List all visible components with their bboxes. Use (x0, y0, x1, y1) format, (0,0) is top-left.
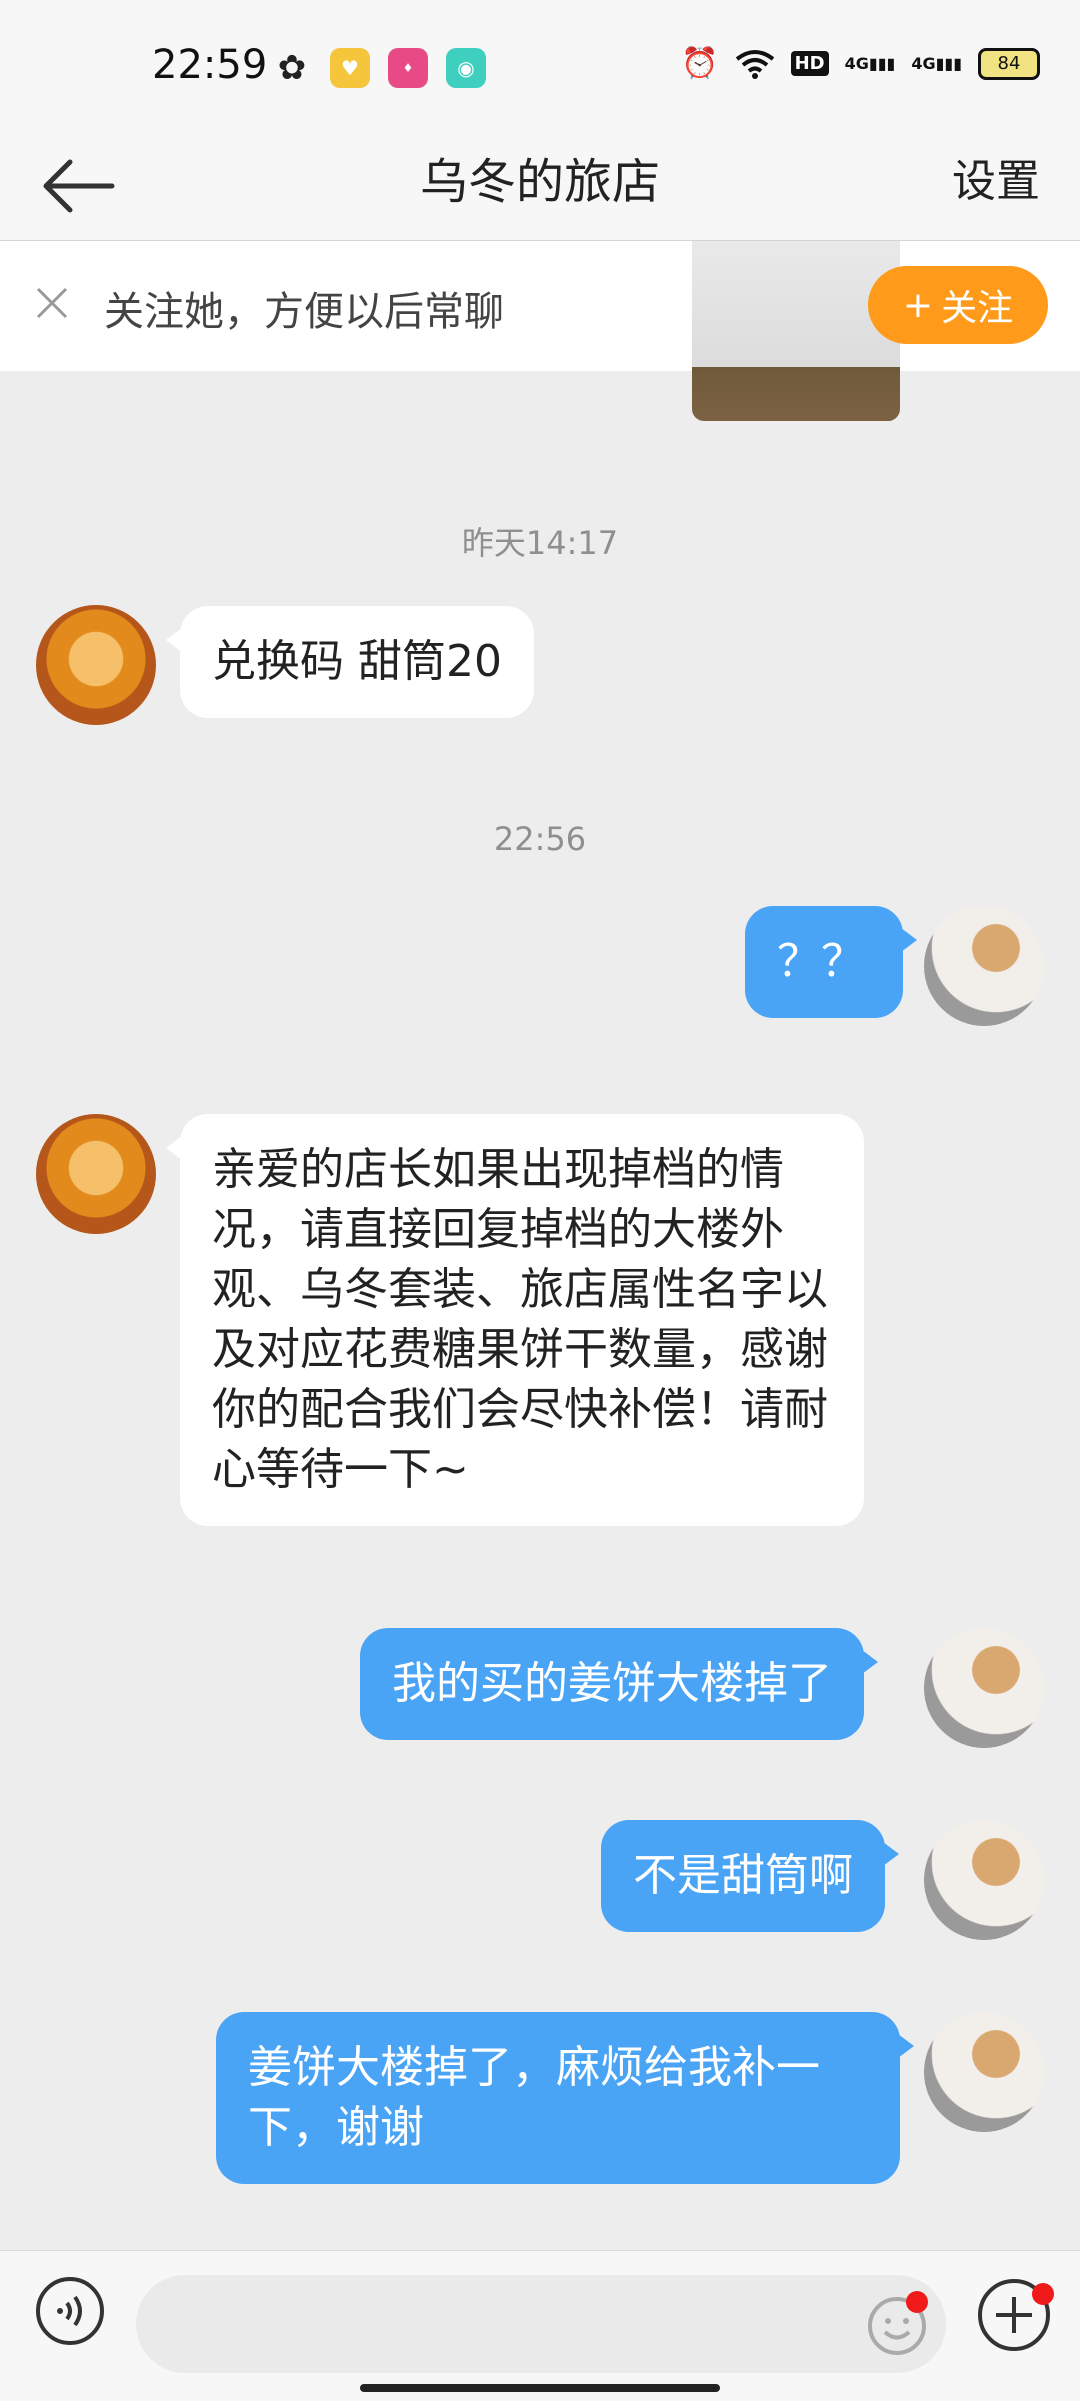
home-indicator[interactable] (360, 2384, 720, 2392)
incoming-message[interactable]: 兑换码 甜筒20 (166, 606, 534, 718)
follow-prompt-text: 关注她，方便以后常聊 (104, 289, 504, 335)
message-input[interactable] (136, 2275, 946, 2373)
signal-2-icon: 4G▮▮▮ (911, 54, 962, 73)
outgoing-message[interactable]: 姜饼大楼掉了，麻烦给我补一下，谢谢 (216, 2012, 914, 2184)
outgoing-message[interactable]: 不是甜筒啊 (601, 1820, 899, 1932)
chat-title: 乌冬的旅店 (419, 154, 660, 210)
my-avatar[interactable] (924, 906, 1044, 1026)
my-avatar[interactable] (924, 2012, 1044, 2132)
my-avatar[interactable] (924, 1628, 1044, 1748)
hd-badge: HD (790, 51, 829, 76)
music-app-icon: ◉ (446, 48, 486, 88)
notification-icons: ✿ ♥ ♦ ◉ (272, 48, 486, 88)
message-timestamp: 昨天14:17 (461, 524, 619, 562)
battery-indicator: 84 (978, 47, 1040, 80)
my-avatar[interactable] (924, 1820, 1044, 1940)
alarm-icon: ⏰ (681, 46, 719, 81)
shop-avatar[interactable] (36, 1114, 156, 1234)
more-notification-dot (1032, 2283, 1054, 2305)
system-icons: ⏰ HD 4G▮▮▮ 4G▮▮▮ 84 (681, 46, 1040, 81)
settings-button[interactable]: 设置 (952, 142, 1040, 222)
chat-header: 乌冬的旅店 设置 (0, 132, 1080, 241)
signal-1-icon: 4G▮▮▮ (844, 54, 896, 73)
shared-image-thumbnail[interactable] (692, 241, 900, 421)
follow-button[interactable]: + 关注 (868, 266, 1048, 344)
plus-icon: + (902, 284, 934, 326)
voice-icon[interactable] (34, 2275, 106, 2347)
outgoing-message[interactable]: 我的买的姜饼大楼掉了 (360, 1628, 878, 1740)
outgoing-message[interactable]: ？？ (745, 906, 917, 1018)
incoming-message[interactable]: 亲爱的店长如果出现掉档的情况，请直接回复掉档的大楼外观、乌冬套装、旅店属性名字以… (166, 1114, 864, 1526)
vip-app-icon: ♦ (388, 48, 428, 88)
emoji-notification-dot (906, 2291, 928, 2313)
heart-app-icon: ♥ (330, 48, 370, 88)
status-bar: 22:59 ✿ ♥ ♦ ◉ ⏰ HD 4G▮▮▮ 4G▮▮▮ 84 (0, 0, 1080, 132)
close-icon[interactable] (30, 281, 74, 325)
wechat-icon: ✿ (277, 48, 307, 88)
message-timestamp: 22:56 (493, 820, 587, 858)
message-input-bar (0, 2250, 1080, 2401)
wifi-icon (735, 49, 774, 79)
shop-avatar[interactable] (36, 605, 156, 725)
follow-button-label: 关注 (941, 288, 1014, 329)
status-time: 22:59 (152, 42, 268, 88)
